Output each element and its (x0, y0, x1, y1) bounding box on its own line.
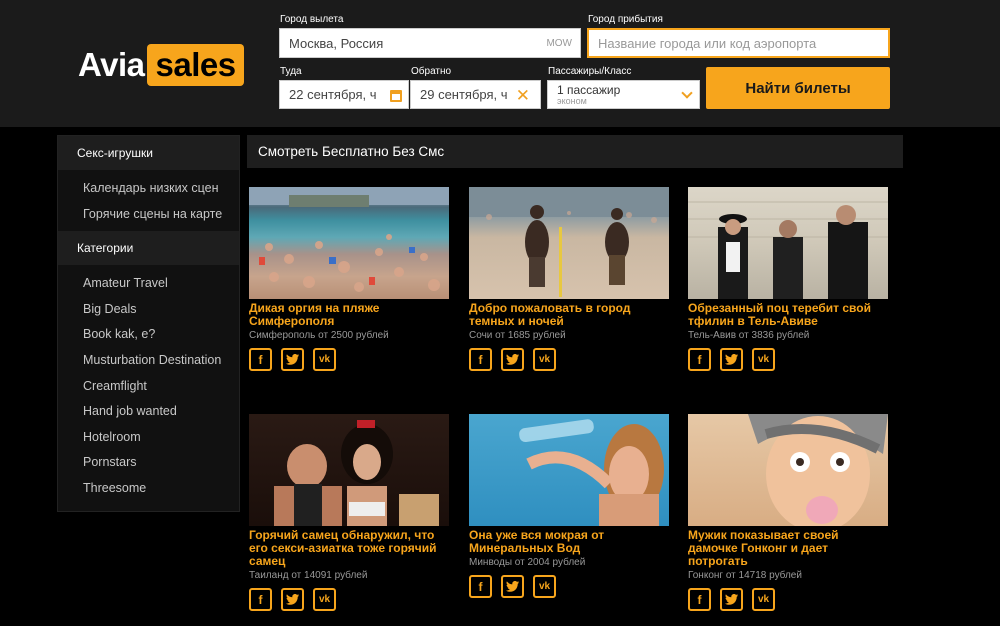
share-buttons: f vk (469, 575, 669, 598)
dest-input[interactable] (598, 35, 879, 51)
sidebar-item-book-kak[interactable]: Book kak, e? (58, 322, 239, 348)
card-subtitle: Минводы от 2004 рублей (469, 557, 586, 568)
vk-icon[interactable]: vk (313, 588, 336, 611)
sidebar-item-creamflight[interactable]: Creamflight (58, 374, 239, 400)
pass-label: Пассажиры/Класс (548, 66, 632, 77)
sidebar-item-destination[interactable]: Musturbation Destination (58, 348, 239, 374)
card-subtitle: Симферополь от 2500 рублей (249, 330, 389, 341)
sidebar-item-threesome[interactable]: Threesome (58, 476, 239, 502)
pass-value: 1 пассажир (557, 83, 621, 97)
share-buttons: f vk (469, 348, 669, 371)
thumbnail-image[interactable] (249, 187, 449, 299)
card-title[interactable]: Добро пожаловать в город темных и ночей (469, 302, 669, 328)
thumbnail-image[interactable] (469, 187, 669, 299)
sidebar-item-hand-job[interactable]: Hand job wanted (58, 399, 239, 425)
facebook-icon[interactable]: f (249, 588, 272, 611)
sidebar-item-amateur-travel[interactable]: Amateur Travel (58, 271, 239, 297)
logo-avia: Avia (78, 46, 145, 83)
find-tickets-button[interactable]: Найти билеты (706, 67, 890, 109)
share-buttons: f vk (249, 348, 449, 371)
facebook-icon[interactable]: f (469, 575, 492, 598)
video-card[interactable]: Мужик показывает своей дамочке Гонконг и… (688, 414, 888, 611)
logo[interactable]: Avia sales (78, 44, 244, 86)
card-title[interactable]: Горячий самец обнаружил, что его секси-а… (249, 529, 449, 568)
origin-code: MOW (546, 37, 572, 49)
card-title[interactable]: Обрезанный поц теребит свой тфилин в Тел… (688, 302, 888, 328)
return-field[interactable]: 29 сентября, ч ✕ (410, 80, 541, 109)
sidebar: Секс-игрушки Календарь низких сцен Горяч… (57, 135, 240, 512)
header: Avia sales Город вылета Москва, Россия M… (0, 0, 1000, 127)
video-card[interactable]: Дикая оргия на пляже Симферополя Симферо… (249, 187, 449, 371)
twitter-icon[interactable] (720, 588, 743, 611)
depart-value: 22 сентября, ч (289, 87, 377, 102)
card-subtitle: Сочи от 1685 рублей (469, 330, 566, 341)
calendar-icon[interactable] (390, 90, 402, 102)
sidebar-item-pornstars[interactable]: Pornstars (58, 450, 239, 476)
origin-value: Москва, Россия (289, 35, 384, 51)
video-card[interactable]: Горячий самец обнаружил, что его секси-а… (249, 414, 449, 611)
twitter-icon[interactable] (501, 575, 524, 598)
sidebar-item-hotelroom[interactable]: Hotelroom (58, 425, 239, 451)
card-subtitle: Гонконг от 14718 рублей (688, 570, 802, 581)
return-label: Обратно (411, 66, 452, 77)
vk-icon[interactable]: vk (533, 575, 556, 598)
sidebar-section-toys[interactable]: Секс-игрушки (58, 136, 239, 170)
sidebar-item-calendar[interactable]: Календарь низких сцен (58, 176, 239, 202)
sidebar-item-map[interactable]: Горячие сцены на карте (58, 202, 239, 228)
vk-icon[interactable]: vk (313, 348, 336, 371)
logo-sales: sales (147, 44, 244, 86)
page-title: Смотреть Бесплатно Без Смс (247, 135, 903, 168)
vk-icon[interactable]: vk (533, 348, 556, 371)
sidebar-item-big-deals[interactable]: Big Deals (58, 297, 239, 323)
origin-field[interactable]: Москва, Россия MOW (279, 28, 581, 58)
clear-icon[interactable]: ✕ (516, 87, 530, 104)
depart-field[interactable]: 22 сентября, ч (279, 80, 409, 109)
thumbnail-image[interactable] (469, 414, 669, 526)
sidebar-section-categories[interactable]: Категории (58, 231, 239, 266)
facebook-icon[interactable]: f (469, 348, 492, 371)
share-buttons: f vk (249, 588, 449, 611)
vk-icon[interactable]: vk (752, 348, 775, 371)
dest-field[interactable] (587, 28, 890, 58)
pass-field[interactable]: 1 пассажир эконом (547, 80, 700, 109)
pass-class: эконом (557, 96, 587, 106)
vk-icon[interactable]: vk (752, 588, 775, 611)
twitter-icon[interactable] (720, 348, 743, 371)
card-title[interactable]: Дикая оргия на пляже Симферополя (249, 302, 449, 328)
depart-label: Туда (280, 66, 302, 77)
dest-label: Город прибытия (588, 14, 663, 25)
video-card[interactable]: Она уже вся мокрая от Минеральных Вод Ми… (469, 414, 669, 598)
origin-label: Город вылета (280, 14, 344, 25)
thumbnail-image[interactable] (688, 187, 888, 299)
video-card[interactable]: Добро пожаловать в город темных и ночей … (469, 187, 669, 371)
card-title[interactable]: Мужик показывает своей дамочке Гонконг и… (688, 529, 888, 568)
facebook-icon[interactable]: f (249, 348, 272, 371)
share-buttons: f vk (688, 348, 888, 371)
card-subtitle: Тель-Авив от 3836 рублей (688, 330, 810, 341)
return-value: 29 сентября, ч (420, 87, 508, 102)
facebook-icon[interactable]: f (688, 348, 711, 371)
twitter-icon[interactable] (501, 348, 524, 371)
video-card[interactable]: Обрезанный поц теребит свой тфилин в Тел… (688, 187, 888, 371)
card-title[interactable]: Она уже вся мокрая от Минеральных Вод (469, 529, 669, 555)
facebook-icon[interactable]: f (688, 588, 711, 611)
thumbnail-image[interactable] (249, 414, 449, 526)
twitter-icon[interactable] (281, 348, 304, 371)
twitter-icon[interactable] (281, 588, 304, 611)
card-subtitle: Таиланд от 14091 рублей (249, 570, 368, 581)
share-buttons: f vk (688, 588, 888, 611)
thumbnail-image[interactable] (688, 414, 888, 526)
